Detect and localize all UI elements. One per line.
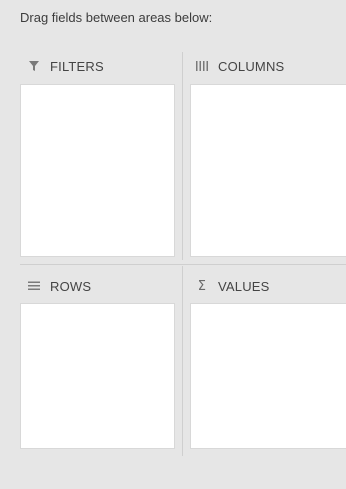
columns-area-header: COLUMNS <box>194 56 284 76</box>
rows-area-header: ROWS <box>26 276 91 296</box>
values-label: VALUES <box>218 278 270 294</box>
columns-label: COLUMNS <box>218 58 285 74</box>
filter-icon <box>26 58 42 74</box>
filters-area-header: FILTERS <box>26 56 104 76</box>
vertical-divider-top <box>182 52 183 260</box>
vertical-divider-bottom <box>182 266 183 456</box>
filters-label: FILTERS <box>50 58 104 74</box>
rows-drop-area[interactable] <box>20 303 175 449</box>
columns-drop-area[interactable] <box>190 84 346 257</box>
sigma-icon: Σ <box>197 278 207 294</box>
drag-instruction: Drag fields between areas below: <box>20 10 213 25</box>
horizontal-divider <box>20 264 346 265</box>
filters-drop-area[interactable] <box>20 84 175 257</box>
values-area-header: Σ VALUES <box>194 276 270 296</box>
rows-icon <box>26 278 42 294</box>
values-drop-area[interactable] <box>190 303 346 449</box>
columns-icon <box>194 58 210 74</box>
rows-label: ROWS <box>50 278 92 294</box>
